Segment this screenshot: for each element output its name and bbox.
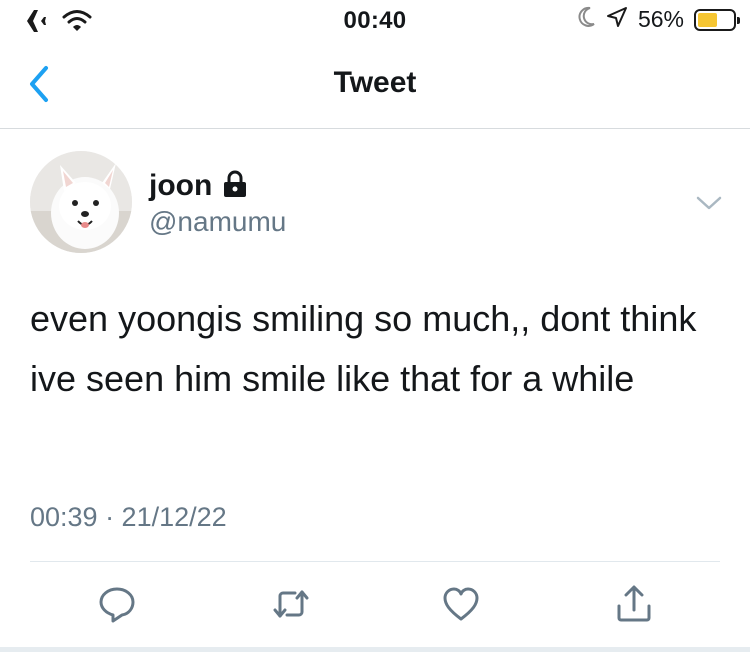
- avatar[interactable]: [30, 151, 132, 253]
- page-title: Tweet: [333, 66, 417, 99]
- nav-bar: Tweet: [0, 44, 750, 129]
- battery-percent: 56%: [637, 6, 684, 32]
- battery-icon: [694, 8, 740, 31]
- battery-level-fill: [698, 12, 717, 27]
- name-row: joon: [149, 169, 248, 203]
- like-button[interactable]: [441, 584, 481, 624]
- tweet-timestamp[interactable]: 00:39 · 21/12/22: [30, 502, 227, 533]
- status-right: 56%: [578, 6, 740, 33]
- bottom-separator: [0, 647, 750, 652]
- reply-button[interactable]: [97, 584, 137, 624]
- lock-icon: [222, 170, 248, 203]
- divider: [30, 561, 720, 562]
- share-icon: [617, 585, 651, 622]
- chevron-down-icon: [696, 196, 722, 210]
- retweet-button[interactable]: [271, 584, 311, 624]
- location-arrow-icon: [606, 6, 628, 33]
- tweet-text: even yoongis smiling so much,, dont thin…: [30, 298, 697, 399]
- retweet-icon: [273, 590, 309, 618]
- tweet-actions: [0, 584, 750, 624]
- battery-nub: [737, 16, 740, 24]
- user-handle[interactable]: @namumu: [149, 206, 286, 238]
- reply-icon: [99, 587, 135, 623]
- display-name[interactable]: joon: [149, 169, 212, 203]
- more-options-button[interactable]: [694, 193, 724, 213]
- moon-icon: [578, 6, 596, 33]
- like-icon: [443, 587, 479, 621]
- dog-avatar-image: [30, 151, 132, 253]
- status-bar: 00:40 56%: [0, 0, 750, 44]
- share-button[interactable]: [614, 584, 654, 624]
